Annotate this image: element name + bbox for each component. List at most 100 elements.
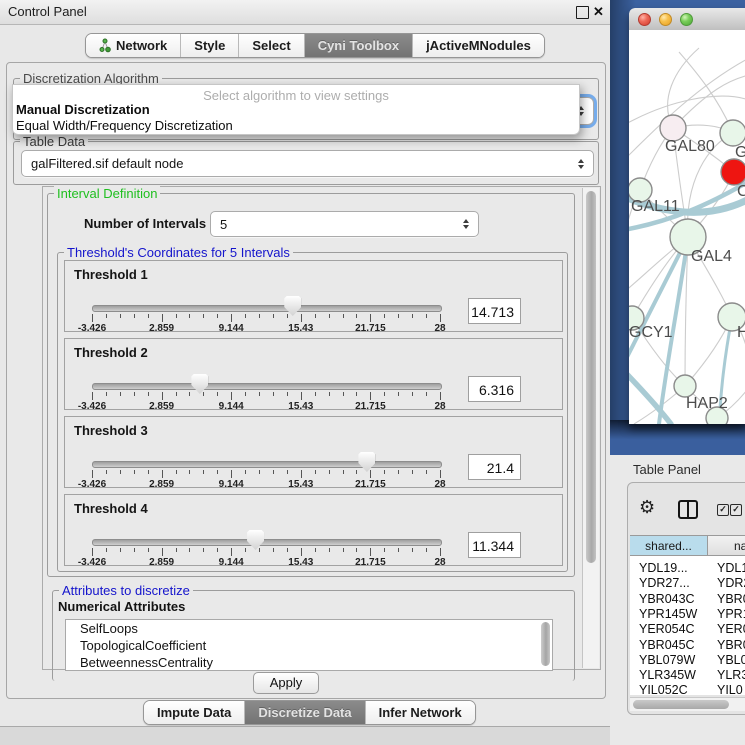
tab-discretize-data[interactable]: Discretize Data <box>245 701 365 724</box>
apply-button[interactable]: Apply <box>253 672 319 694</box>
major-tick <box>92 548 93 556</box>
major-tick <box>162 548 163 556</box>
minor-tick <box>259 548 260 552</box>
network-node[interactable] <box>720 120 745 146</box>
network-node[interactable] <box>721 159 745 185</box>
column-header-shared[interactable]: shared... <box>630 535 708 556</box>
network-canvas[interactable]: GAL80GCGAL11GAL4GCY1HHAP2 <box>629 30 745 424</box>
slider-thumb[interactable] <box>191 374 208 394</box>
cell-shared-name: YIL052C <box>639 683 688 697</box>
cell-name: YER0 <box>717 622 745 636</box>
slider-thumb[interactable] <box>284 296 301 316</box>
control-panel-titlebar: Control Panel ✕ <box>0 0 610 25</box>
gear-icon[interactable]: ⚙ <box>639 499 655 517</box>
network-node[interactable] <box>674 375 696 397</box>
major-tick <box>370 470 371 478</box>
minor-tick <box>329 470 330 474</box>
tick-label: 21.715 <box>340 401 400 412</box>
number-of-intervals-combobox[interactable]: 5 <box>210 211 479 237</box>
table-row[interactable]: YBR045CYBR0 <box>630 638 745 653</box>
combo-stepper-icon <box>458 219 474 229</box>
attribute-list-item[interactable]: TopologicalCoefficient <box>66 637 552 654</box>
major-tick <box>301 314 302 322</box>
minor-tick <box>384 392 385 396</box>
threshold-label: Threshold 3 <box>74 423 148 438</box>
horizontal-scrollbar-thumb[interactable] <box>633 700 729 709</box>
checkbox-icon[interactable]: ✓ <box>730 504 742 516</box>
column-header-name[interactable]: na <box>708 535 745 556</box>
minor-tick <box>273 470 274 474</box>
table-row[interactable]: YDL19...YDL1 <box>630 561 745 576</box>
table-row[interactable]: YPR145WYPR1 <box>630 607 745 622</box>
minor-tick <box>287 314 288 318</box>
attribute-list-item[interactable]: BetweennessCentrality <box>66 654 552 671</box>
cell-shared-name: YBR043C <box>639 592 695 606</box>
threshold-value-field[interactable]: 6.316 <box>468 376 521 402</box>
minor-tick <box>273 392 274 396</box>
zoom-traffic-light-icon[interactable] <box>680 13 693 26</box>
tick-label: -3.426 <box>62 401 122 412</box>
minor-tick <box>273 314 274 318</box>
tick-label: 9.144 <box>201 401 261 412</box>
threshold-panel-3: Threshold 3-3.4262.8599.14415.4321.71528… <box>64 416 563 488</box>
list-scrollbar-thumb[interactable] <box>541 622 550 666</box>
thresholds-group: Threshold's Coordinates for 5 Intervals … <box>57 252 568 572</box>
table-data-value: galFiltered.sif default node <box>22 156 573 171</box>
popup-item-equal-width-frequency[interactable]: Equal Width/Frequency Discretization <box>16 118 233 133</box>
major-tick <box>440 470 441 478</box>
minor-tick <box>217 392 218 396</box>
threshold-value-field[interactable]: 11.344 <box>468 532 521 558</box>
column-layout-icon[interactable] <box>678 500 698 519</box>
slider-track[interactable] <box>92 383 442 390</box>
popup-item-manual-discretization[interactable]: Manual Discretization <box>16 102 150 117</box>
tick-label: 21.715 <box>340 479 400 490</box>
tab-select[interactable]: Select <box>239 34 304 57</box>
tab-impute-data[interactable]: Impute Data <box>144 701 245 724</box>
close-icon[interactable]: ✕ <box>593 6 606 19</box>
minimize-traffic-light-icon[interactable] <box>659 13 672 26</box>
minor-tick <box>148 470 149 474</box>
tab-network[interactable]: Network <box>86 34 181 57</box>
attribute-list-item[interactable]: SelfLoops <box>66 620 552 637</box>
minor-tick <box>426 548 427 552</box>
minor-tick <box>384 314 385 318</box>
slider-thumb[interactable] <box>247 530 264 550</box>
tab-label: Select <box>252 38 290 53</box>
threshold-value-field[interactable]: 21.4 <box>468 454 521 480</box>
table-row[interactable]: YLR345WYLR3 <box>630 668 745 683</box>
horizontal-scrollbar[interactable] <box>630 697 745 711</box>
table-row[interactable]: YER054C YER0 <box>630 622 745 637</box>
major-tick <box>231 314 232 322</box>
cell-shared-name: YER054C <box>639 622 695 636</box>
cell-name: YBR0 <box>717 592 745 606</box>
slider-track[interactable] <box>92 305 442 312</box>
cell-name: YIL0 <box>717 683 743 697</box>
tab-label: jActiveMNodules <box>426 38 531 53</box>
tab-jactivemnodules[interactable]: jActiveMNodules <box>413 34 544 57</box>
network-window-titlebar[interactable] <box>629 8 745 31</box>
minor-tick <box>343 314 344 318</box>
slider-thumb[interactable] <box>358 452 375 472</box>
float-window-icon[interactable] <box>576 6 589 19</box>
slider-track[interactable] <box>92 461 442 468</box>
table-row[interactable]: YDR27...YDR2 <box>630 576 745 591</box>
tab-cyni-toolbox[interactable]: Cyni Toolbox <box>305 34 413 57</box>
table-row[interactable]: YBR043C YBR0 <box>630 592 745 607</box>
network-node-label: G <box>735 144 745 161</box>
tab-infer-network[interactable]: Infer Network <box>366 701 475 724</box>
vertical-scrollbar[interactable] <box>582 188 599 668</box>
checkbox-icon[interactable]: ✓ <box>717 504 729 516</box>
minor-tick <box>217 314 218 318</box>
threshold-value-field[interactable]: 14.713 <box>468 298 521 324</box>
minor-tick <box>203 548 204 552</box>
table-data-combobox[interactable]: galFiltered.sif default node <box>21 150 594 177</box>
tab-style[interactable]: Style <box>181 34 239 57</box>
minor-tick <box>189 470 190 474</box>
cell-shared-name: YDR27... <box>639 576 690 590</box>
slider-track[interactable] <box>92 539 442 546</box>
minor-tick <box>412 470 413 474</box>
network-graph-icon <box>99 38 111 53</box>
table-row[interactable]: YBL079WYBL0 <box>630 653 745 668</box>
vertical-scrollbar-thumb[interactable] <box>586 191 596 563</box>
close-traffic-light-icon[interactable] <box>638 13 651 26</box>
